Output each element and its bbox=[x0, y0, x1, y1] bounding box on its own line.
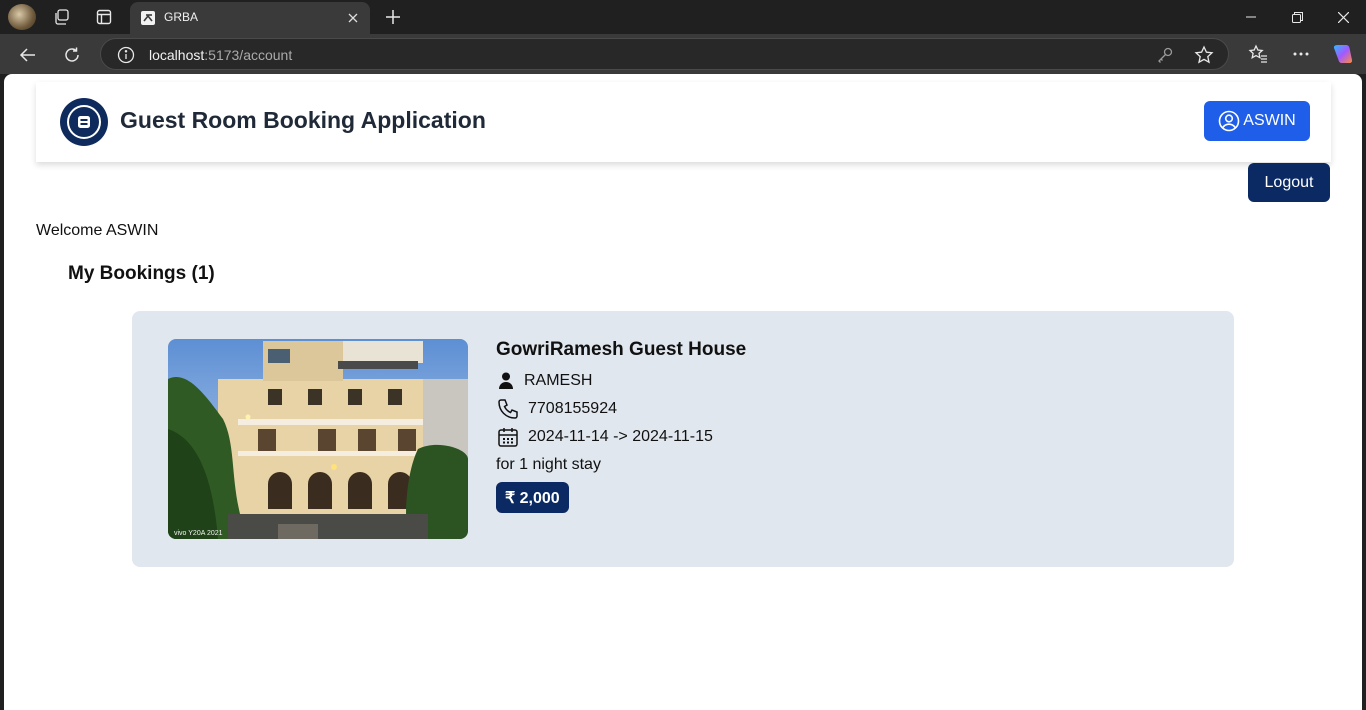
restore-icon[interactable] bbox=[1274, 0, 1320, 34]
phone-icon bbox=[496, 397, 520, 421]
user-button-label: ASWIN bbox=[1243, 112, 1296, 129]
logout-button[interactable]: Logout bbox=[1248, 163, 1330, 202]
booking-details: GowriRamesh Guest House RAMESH 770815592… bbox=[496, 339, 746, 513]
stay-dates: 2024-11-14 -> 2024-11-15 bbox=[528, 428, 713, 445]
url-path: :5173/account bbox=[204, 47, 293, 63]
url-text: localhost:5173/account bbox=[149, 47, 292, 63]
url-host: localhost bbox=[149, 47, 205, 63]
close-window-icon[interactable] bbox=[1320, 0, 1366, 34]
app-header: Guest Room Booking Application ASWIN bbox=[36, 82, 1331, 162]
back-icon[interactable] bbox=[15, 42, 41, 68]
minimize-icon[interactable] bbox=[1228, 0, 1274, 34]
guest-house-name: GowriRamesh Guest House bbox=[496, 339, 747, 360]
user-account-button[interactable]: ASWIN bbox=[1204, 101, 1310, 141]
user-circle-icon bbox=[1218, 110, 1240, 132]
phone-number: 7708155924 bbox=[528, 400, 617, 417]
photo-watermark-text: vivo Y20A 2021 bbox=[174, 530, 223, 537]
calendar-icon bbox=[496, 425, 520, 449]
my-bookings-heading: My Bookings (1) bbox=[68, 263, 215, 284]
phone-row: 7708155924 bbox=[496, 395, 746, 423]
owner-name: RAMESH bbox=[524, 372, 593, 389]
app-logo-icon[interactable] bbox=[60, 98, 108, 146]
profile-avatar-icon[interactable] bbox=[8, 4, 36, 30]
tab-title: GRBA bbox=[164, 10, 199, 24]
booking-card[interactable]: vivo Y20A 2021 GowriRamesh Guest House R… bbox=[132, 311, 1234, 567]
dates-row: 2024-11-14 -> 2024-11-15 bbox=[496, 423, 746, 451]
owner-row: RAMESH bbox=[496, 367, 746, 395]
password-key-icon[interactable] bbox=[1156, 46, 1174, 64]
page-viewport: Guest Room Booking Application ASWIN Log… bbox=[4, 74, 1362, 710]
close-tab-icon[interactable] bbox=[344, 9, 362, 27]
workspaces-icon[interactable] bbox=[50, 5, 74, 29]
tab-actions-icon[interactable] bbox=[92, 5, 116, 29]
price-badge: ₹ 2,000 bbox=[496, 482, 569, 513]
site-info-icon[interactable] bbox=[117, 46, 135, 64]
more-options-icon[interactable] bbox=[1290, 43, 1312, 65]
app-title: Guest Room Booking Application bbox=[120, 107, 486, 133]
refresh-icon[interactable] bbox=[59, 42, 85, 68]
active-tab[interactable]: GRBA bbox=[130, 2, 370, 34]
address-bar[interactable]: localhost:5173/account bbox=[100, 38, 1229, 70]
copilot-icon[interactable] bbox=[1332, 43, 1354, 65]
person-icon bbox=[496, 369, 516, 393]
new-tab-icon[interactable] bbox=[382, 6, 404, 28]
guest-house-photo: vivo Y20A 2021 bbox=[168, 339, 468, 539]
favorite-star-icon[interactable] bbox=[1194, 45, 1214, 65]
stay-duration: for 1 night stay bbox=[496, 456, 601, 473]
browser-toolbar: localhost:5173/account bbox=[0, 34, 1366, 74]
site-favicon-icon bbox=[140, 10, 156, 26]
browser-tab-bar: GRBA bbox=[0, 0, 1366, 34]
welcome-text: Welcome ASWIN bbox=[36, 222, 159, 239]
favorites-icon[interactable] bbox=[1247, 43, 1269, 65]
